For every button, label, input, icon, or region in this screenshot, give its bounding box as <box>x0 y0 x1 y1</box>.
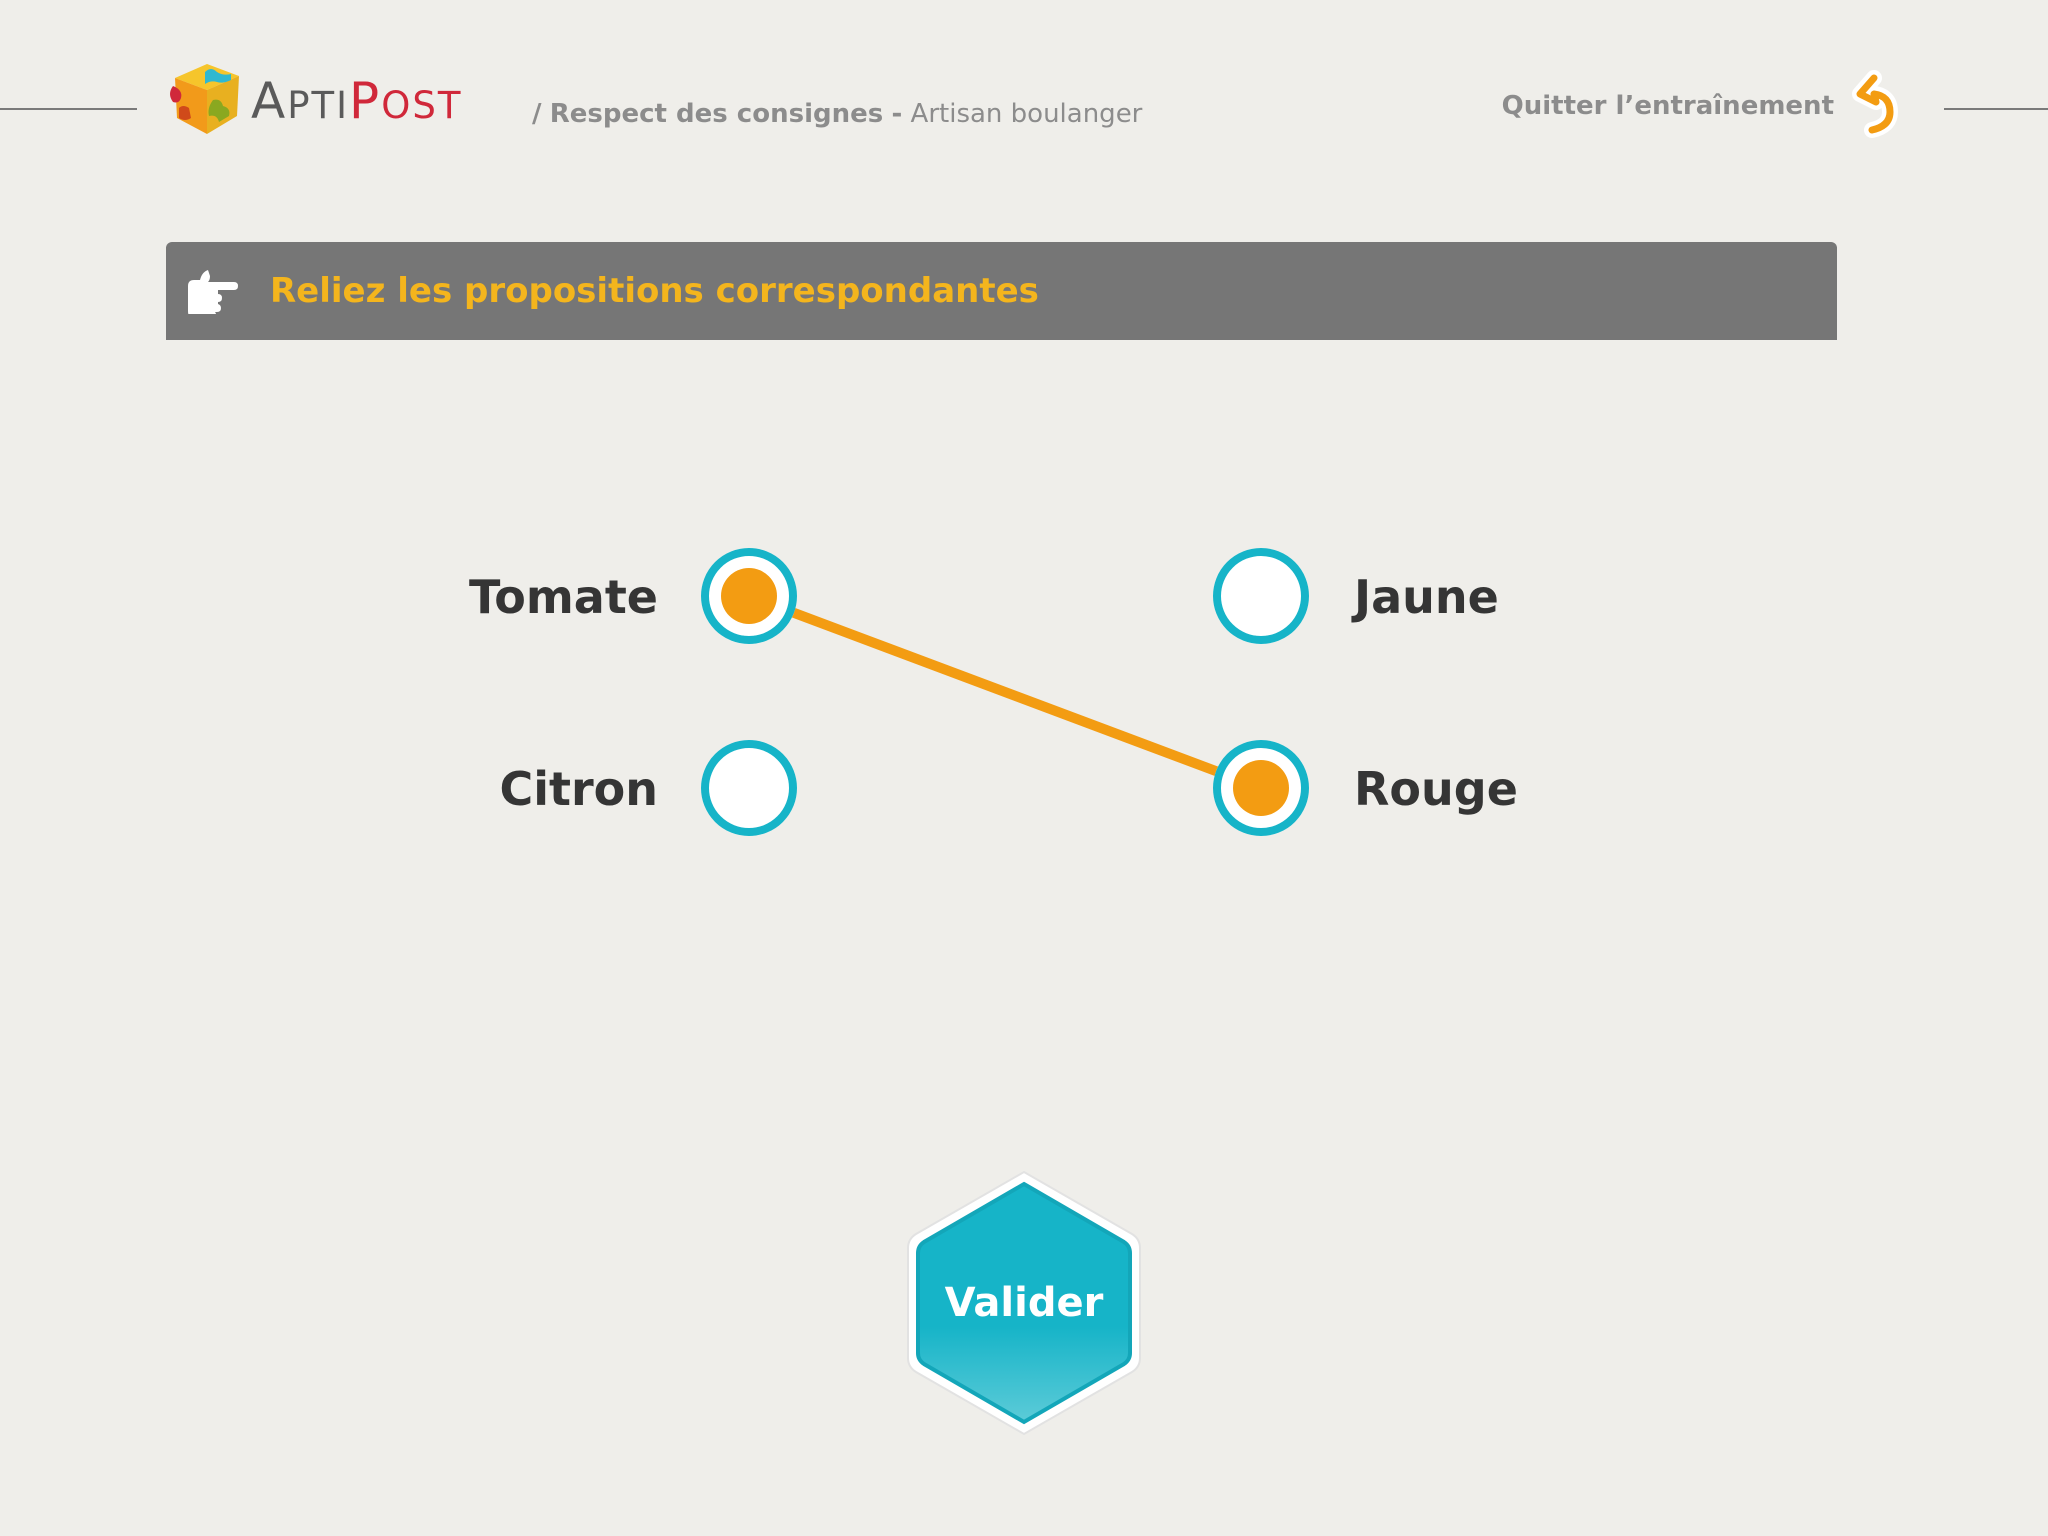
breadcrumb: / Respect des consignes - Artisan boulan… <box>532 99 1142 129</box>
right-item-label[interactable]: Jaune <box>1354 570 1654 624</box>
connector-tomate[interactable] <box>701 548 797 644</box>
logo-wordmark-post: POST <box>349 72 463 130</box>
instruction-text: Reliez les propositions correspondantes <box>270 271 1039 311</box>
puzzle-cube-icon <box>170 64 239 134</box>
connector-citron[interactable] <box>701 740 797 836</box>
logo-wordmark-apti: APTI <box>251 72 350 130</box>
quit-training-label: Quitter l’entraînement <box>1501 91 1834 121</box>
left-item-label[interactable]: Tomate <box>358 570 658 624</box>
breadcrumb-job: Artisan boulanger <box>910 99 1143 129</box>
connector-rouge[interactable] <box>1213 740 1309 836</box>
aptipost-logo: APTIPOST <box>165 56 495 140</box>
right-item-label[interactable]: Rouge <box>1354 762 1654 816</box>
instruction-bar: Reliez les propositions correspondantes <box>166 242 1837 340</box>
left-item-label[interactable]: Citron <box>358 762 658 816</box>
quit-training-button[interactable]: Quitter l’entraînement <box>1502 70 1908 142</box>
pointing-hand-icon <box>188 270 238 314</box>
connection-line-tomate-rouge <box>744 591 1266 793</box>
logo-wordmark: APTIPOST <box>251 76 462 126</box>
validate-button[interactable]: Valider <box>902 1166 1146 1440</box>
breadcrumb-dash: - <box>891 99 903 129</box>
connector-jaune[interactable] <box>1213 548 1309 644</box>
header-divider-right <box>1944 108 2048 110</box>
breadcrumb-section: Respect des consignes <box>549 99 884 129</box>
breadcrumb-separator: / <box>532 99 542 129</box>
validate-button-label: Valider <box>944 1280 1104 1326</box>
header-divider-left <box>0 108 137 110</box>
undo-arrow-icon <box>1852 70 1898 138</box>
